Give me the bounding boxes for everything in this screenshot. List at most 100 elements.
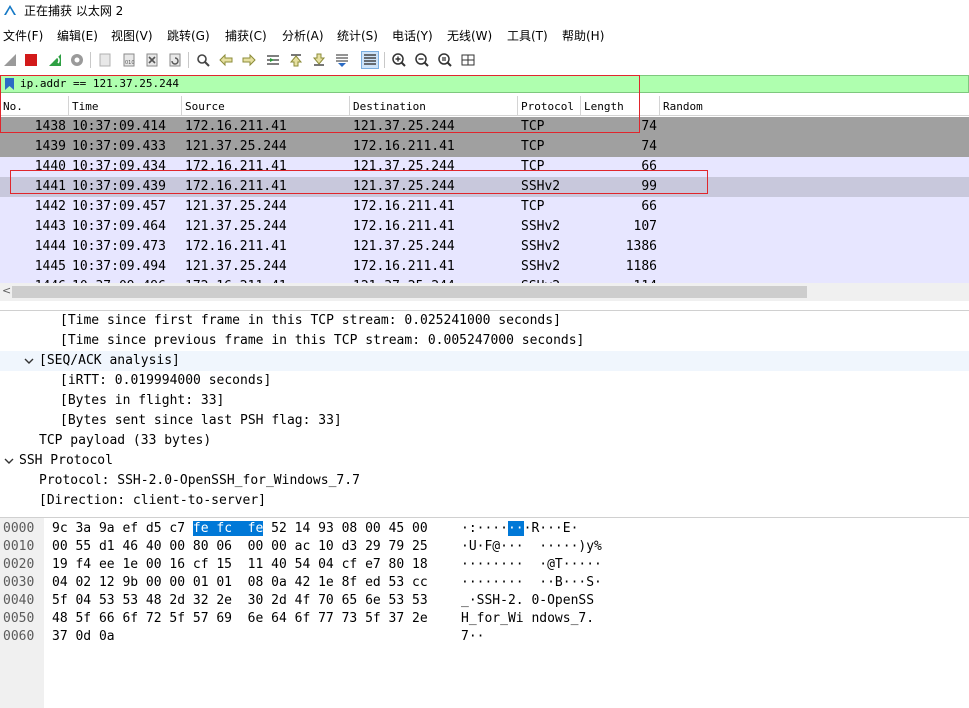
go-forward-icon[interactable]: [240, 51, 258, 69]
cell-protocol: TCP: [521, 119, 545, 134]
detail-tree-item[interactable]: [SEQ/ACK analysis]: [0, 351, 969, 371]
filter-bookmark-icon[interactable]: [5, 78, 14, 90]
hex-bytes-segment: 19 f4 ee 1e 00 16 cf 15 11 40 54 04 cf e…: [52, 557, 428, 572]
cell-source: 172.16.211.41: [185, 239, 287, 254]
column-header-length[interactable]: Length: [581, 96, 660, 116]
reload-file-icon[interactable]: [166, 51, 184, 69]
detail-tree-item[interactable]: [Time since first frame in this TCP stre…: [0, 311, 969, 331]
go-back-icon[interactable]: [217, 51, 235, 69]
table-row[interactable]: 1443 10:37:09.464 121.37.25.244 172.16.211.…: [0, 217, 969, 237]
cell-source: 121.37.25.244: [185, 199, 287, 214]
packet-rows: 1438 10:37:09.414 172.16.211.41 121.37.25.2…: [0, 117, 969, 283]
hex-dump-row[interactable]: 0040 5f 04 53 53 48 2d 32 2e 30 2d 4f 70 …: [0, 592, 969, 610]
column-header-source[interactable]: Source: [182, 96, 350, 116]
cell-no: 1438: [34, 119, 66, 134]
cell-destination: 121.37.25.244: [353, 179, 455, 194]
detail-tree-item[interactable]: [iRTT: 0.019994000 seconds]: [0, 371, 969, 391]
table-row[interactable]: 1439 10:37:09.433 121.37.25.244 172.16.211.…: [0, 137, 969, 157]
menu-analyze[interactable]: 分析(A): [282, 27, 324, 44]
hex-bytes: 37 0d 0a: [52, 629, 115, 644]
detail-tree-item[interactable]: [Time since previous frame in this TCP s…: [0, 331, 969, 351]
hex-bytes-segment: 5f 04 53 53 48 2d 32 2e 30 2d 4f 70 65 6…: [52, 593, 428, 608]
find-packet-icon[interactable]: [194, 51, 212, 69]
zoom-in-icon[interactable]: [390, 51, 408, 69]
detail-tree-item[interactable]: TCP payload (33 bytes): [0, 431, 969, 451]
hex-dump-row[interactable]: 0060 37 0d 0a 7··: [0, 628, 969, 646]
cell-source: 121.37.25.244: [185, 259, 287, 274]
cell-time: 10:37:09.434: [72, 159, 166, 174]
hex-dump-row[interactable]: 0030 04 02 12 9b 00 00 01 01 08 0a 42 1e …: [0, 574, 969, 592]
hex-dump-row[interactable]: 0020 19 f4 ee 1e 00 16 cf 15 11 40 54 04 …: [0, 556, 969, 574]
column-header-time[interactable]: Time: [69, 96, 182, 116]
zoom-normal-icon[interactable]: [436, 51, 454, 69]
detail-tree-item[interactable]: [Direction: client-to-server]: [0, 491, 969, 511]
detail-tree-item[interactable]: Protocol: SSH-2.0-OpenSSH_for_Windows_7.…: [0, 471, 969, 491]
table-row[interactable]: 1444 10:37:09.473 172.16.211.41 121.37.25.2…: [0, 237, 969, 257]
hex-dump-row[interactable]: 0000 9c 3a 9a ef d5 c7 fe fc fe 52 14 93 …: [0, 520, 969, 538]
packet-list-horizontal-scrollbar[interactable]: <: [0, 283, 969, 301]
menu-wireless[interactable]: 无线(W): [447, 27, 492, 44]
shark-fin-start-icon[interactable]: [1, 51, 19, 69]
restart-capture-icon[interactable]: [46, 51, 64, 69]
menu-capture[interactable]: 捕获(C): [225, 27, 267, 44]
hex-dump-row[interactable]: 0050 48 5f 66 6f 72 5f 57 69 6e 64 6f 77 …: [0, 610, 969, 628]
ascii-bytes: ········ ·@T·····: [461, 557, 602, 572]
hex-bytes-segment: 00 55 d1 46 40 00 80 06 00 00 ac 10 d3 2…: [52, 539, 428, 554]
open-file-icon[interactable]: [96, 51, 114, 69]
menu-view[interactable]: 视图(V): [111, 27, 153, 44]
resize-columns-icon[interactable]: [459, 51, 477, 69]
expand-chevron-down-icon[interactable]: [24, 356, 34, 366]
detail-text: [Time since previous frame in this TCP s…: [60, 333, 585, 348]
cell-no: 1445: [34, 259, 66, 274]
table-row[interactable]: 1438 10:37:09.414 172.16.211.41 121.37.25.2…: [0, 117, 969, 137]
hex-offset: 0020: [3, 557, 35, 572]
go-last-icon[interactable]: [310, 51, 328, 69]
capture-options-icon[interactable]: [68, 51, 86, 69]
menu-telephony[interactable]: 电话(Y): [392, 27, 433, 44]
cell-source: 121.37.25.244: [185, 139, 287, 154]
zoom-out-icon[interactable]: [413, 51, 431, 69]
detail-tree-item[interactable]: [Bytes in flight: 33]: [0, 391, 969, 411]
save-file-icon[interactable]: 010: [120, 51, 138, 69]
scroll-left-icon[interactable]: <: [2, 284, 11, 297]
column-header-protocol[interactable]: Protocol: [518, 96, 581, 116]
colorize-icon[interactable]: [361, 51, 379, 69]
column-header-destination[interactable]: Destination: [350, 96, 518, 116]
cell-protocol: SSHv2: [521, 239, 561, 254]
menu-go[interactable]: 跳转(G): [167, 27, 210, 44]
table-row[interactable]: 1440 10:37:09.434 172.16.211.41 121.37.25.2…: [0, 157, 969, 177]
toolbar-separator: [384, 52, 385, 68]
hex-bytes-segment: 52 14 93 08 00 45 00: [263, 521, 428, 536]
display-filter-bar[interactable]: ip.addr == 121.37.25.244: [0, 75, 969, 93]
stop-capture-icon[interactable]: [22, 51, 40, 69]
cell-length: 1186: [625, 259, 657, 274]
menu-file[interactable]: 文件(F): [3, 27, 43, 44]
go-first-icon[interactable]: [287, 51, 305, 69]
hex-dump-row[interactable]: 0010 00 55 d1 46 40 00 80 06 00 00 ac 10 …: [0, 538, 969, 556]
cell-length: 74: [641, 119, 657, 134]
table-row[interactable]: 1445 10:37:09.494 121.37.25.244 172.16.211.…: [0, 257, 969, 277]
detail-tree-item[interactable]: SSH Protocol: [0, 451, 969, 471]
column-header-no[interactable]: No.: [0, 96, 69, 116]
menu-statistics[interactable]: 统计(S): [337, 27, 378, 44]
scrollbar-thumb[interactable]: [12, 286, 807, 298]
cell-protocol: TCP: [521, 199, 545, 214]
column-header-random[interactable]: Random: [660, 96, 969, 116]
auto-scroll-icon[interactable]: [333, 51, 351, 69]
cell-length: 1386: [625, 239, 657, 254]
ascii-bytes-segment: ········ ··B···S·: [461, 575, 602, 590]
hex-bytes: 5f 04 53 53 48 2d 32 2e 30 2d 4f 70 65 6…: [52, 593, 428, 608]
toolbar-separator: [188, 52, 189, 68]
menu-edit[interactable]: 编辑(E): [57, 27, 98, 44]
menu-help[interactable]: 帮助(H): [562, 27, 604, 44]
detail-tree-item[interactable]: [Bytes sent since last PSH flag: 33]: [0, 411, 969, 431]
go-to-packet-icon[interactable]: [264, 51, 282, 69]
ascii-bytes-segment: ·R···E·: [523, 521, 579, 536]
cell-protocol: SSHv2: [521, 179, 561, 194]
table-row[interactable]: 1442 10:37:09.457 121.37.25.244 172.16.211.…: [0, 197, 969, 217]
expand-chevron-down-icon[interactable]: [4, 456, 14, 466]
menu-tools[interactable]: 工具(T): [507, 27, 548, 44]
display-filter-input[interactable]: ip.addr == 121.37.25.244: [20, 77, 179, 90]
table-row[interactable]: 1441 10:37:09.439 172.16.211.41 121.37.25.2…: [0, 177, 969, 197]
close-file-icon[interactable]: [143, 51, 161, 69]
